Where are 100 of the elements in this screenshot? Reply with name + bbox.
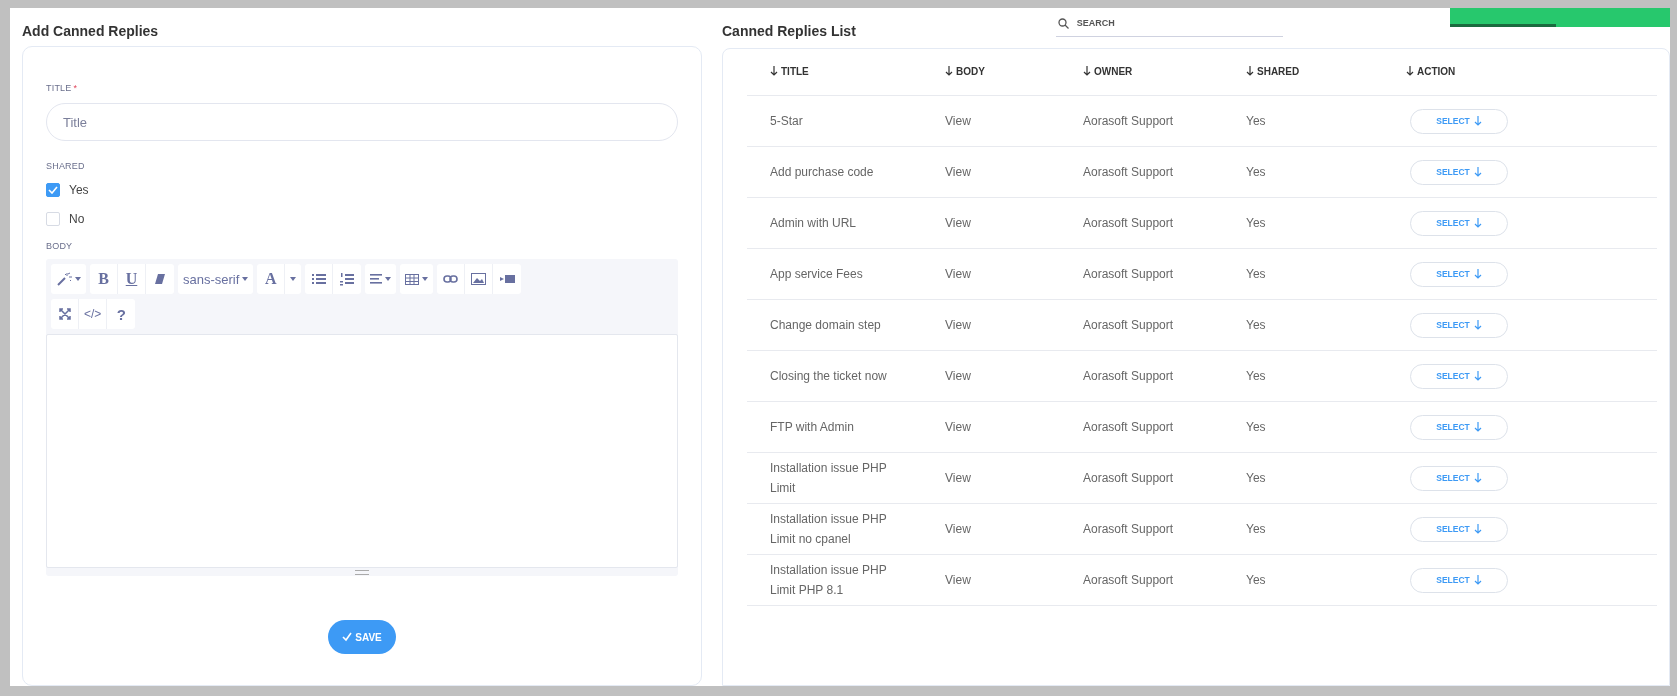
table-cell[interactable]: View <box>945 366 1083 386</box>
column-header[interactable]: OWNER <box>1083 65 1133 77</box>
column-header[interactable]: SHARED <box>1246 65 1300 77</box>
table-cell-text: Aorasoft Support <box>1083 317 1175 334</box>
picture-icon <box>471 273 487 285</box>
arrow-down-icon <box>1406 66 1414 77</box>
bulleted-list-icon <box>311 273 326 285</box>
arrow-down-icon <box>1083 66 1091 77</box>
table-cell-text: Installation issue PHP Limit PHP 8.1 <box>770 562 888 599</box>
arrow-down-icon <box>1473 473 1482 483</box>
select-button[interactable]: SELECT <box>1410 108 1508 134</box>
table-cell-text: Change domain step <box>770 317 882 334</box>
table-cell-text: Yes <box>1246 572 1267 589</box>
toolbar-button[interactable]: U <box>118 264 146 294</box>
save-button[interactable]: SAVE <box>328 620 396 654</box>
select-button[interactable]: SELECT <box>1410 567 1508 593</box>
checkbox-label: Yes <box>69 183 89 197</box>
select-button[interactable]: SELECT <box>1410 363 1508 389</box>
select-button[interactable]: SELECT <box>1410 516 1508 542</box>
table-cell[interactable]: View <box>945 213 1083 233</box>
table-cell-text: Closing the ticket now <box>770 368 888 385</box>
table-cell-text: Yes <box>1246 266 1267 283</box>
arrow-down-icon <box>1473 320 1482 330</box>
table-cell-text: 5-Star <box>770 113 804 130</box>
table-cell-text: Yes <box>1246 215 1267 232</box>
arrow-down-icon <box>1473 269 1482 279</box>
select-button[interactable]: SELECT <box>1410 414 1508 440</box>
table-cell-text: Yes <box>1246 419 1267 436</box>
select-button[interactable]: SELECT <box>1410 465 1508 491</box>
required-mark: * <box>73 83 78 93</box>
table-cell-text: Aorasoft Support <box>1083 266 1175 283</box>
table-cell-text: Aorasoft Support <box>1083 419 1175 436</box>
table-cell-text: Yes <box>1246 164 1267 181</box>
select-button[interactable]: SELECT <box>1410 159 1508 185</box>
eraser-icon <box>154 273 166 285</box>
arrow-down-icon <box>1473 218 1482 228</box>
arrow-down-icon <box>1473 524 1482 534</box>
table-cell-text: Installation issue PHP Limit <box>770 460 888 497</box>
table-cell-text: Yes <box>1246 317 1267 334</box>
resize-handle-icon[interactable] <box>355 569 369 575</box>
table-cell-text: Admin with URL <box>770 215 858 232</box>
table-cell-text: Aorasoft Support <box>1083 572 1175 589</box>
table-cell-text: Yes <box>1246 470 1267 487</box>
checkbox-label: No <box>69 212 85 226</box>
search-icon <box>1057 17 1069 29</box>
numbered-list-icon <box>340 272 355 286</box>
field-label: BODY <box>46 241 74 251</box>
toolbar-button[interactable]: </> <box>79 299 108 329</box>
arrow-down-icon <box>770 66 778 77</box>
table-cell[interactable]: View <box>945 111 1083 131</box>
checkbox[interactable] <box>46 183 60 197</box>
column-header[interactable]: BODY <box>945 65 985 77</box>
table-cell-text: Yes <box>1246 113 1267 130</box>
table-cell-text: Aorasoft Support <box>1083 164 1175 181</box>
table-cell-text: Yes <box>1246 368 1267 385</box>
select-button[interactable]: SELECT <box>1410 210 1508 236</box>
table-cell-text: Aorasoft Support <box>1083 470 1175 487</box>
table-cell[interactable]: View <box>945 162 1083 182</box>
title-field[interactable]: Title <box>46 103 678 141</box>
arrow-down-icon <box>1473 575 1482 585</box>
table-cell[interactable]: View <box>945 570 1083 590</box>
table-cell-text: Aorasoft Support <box>1083 113 1175 130</box>
table-icon <box>405 273 420 285</box>
caret-icon <box>242 277 249 281</box>
magic-wand-icon <box>56 272 72 286</box>
video-icon <box>499 275 515 283</box>
table-cell-text: Aorasoft Support <box>1083 215 1175 232</box>
toolbar-button[interactable]: B <box>90 264 118 294</box>
table-cell-text: Aorasoft Support <box>1083 521 1175 538</box>
arrow-down-icon <box>1473 371 1482 381</box>
expand-icon <box>58 308 71 320</box>
section-title: Canned Replies List <box>722 22 856 41</box>
arrow-down-icon <box>945 66 953 77</box>
toolbar-button[interactable]: ? <box>107 299 136 329</box>
arrow-down-icon <box>1473 116 1482 126</box>
table-cell[interactable]: View <box>945 417 1083 437</box>
check-icon <box>342 632 353 642</box>
caret-icon <box>290 277 297 281</box>
table-cell[interactable]: View <box>945 519 1083 539</box>
table-cell-text: Installation issue PHP Limit no cpanel <box>770 511 888 548</box>
select-button[interactable]: SELECT <box>1410 261 1508 287</box>
table-cell[interactable]: View <box>945 315 1083 335</box>
table-cell-text: FTP with Admin <box>770 419 855 436</box>
align-left-icon <box>370 274 383 284</box>
arrow-down-icon <box>1473 167 1482 177</box>
link-icon <box>443 275 459 283</box>
table-cell-text: Yes <box>1246 521 1267 538</box>
field-label: TITLE <box>46 83 72 93</box>
section-title: Add Canned Replies <box>22 22 160 41</box>
column-header[interactable]: TITLE <box>770 65 809 77</box>
arrow-down-icon <box>1473 422 1482 432</box>
field-label: SHARED <box>46 161 86 171</box>
select-button[interactable]: SELECT <box>1410 312 1508 338</box>
table-cell[interactable]: View <box>945 264 1083 284</box>
arrow-down-icon <box>1246 66 1254 77</box>
table-cell-text: Add purchase code <box>770 164 875 181</box>
font-dropdown[interactable]: sans-serif <box>178 264 254 294</box>
table-cell[interactable]: View <box>945 468 1083 488</box>
column-header[interactable]: ACTION <box>1406 65 1456 77</box>
table-cell-text: Aorasoft Support <box>1083 368 1175 385</box>
